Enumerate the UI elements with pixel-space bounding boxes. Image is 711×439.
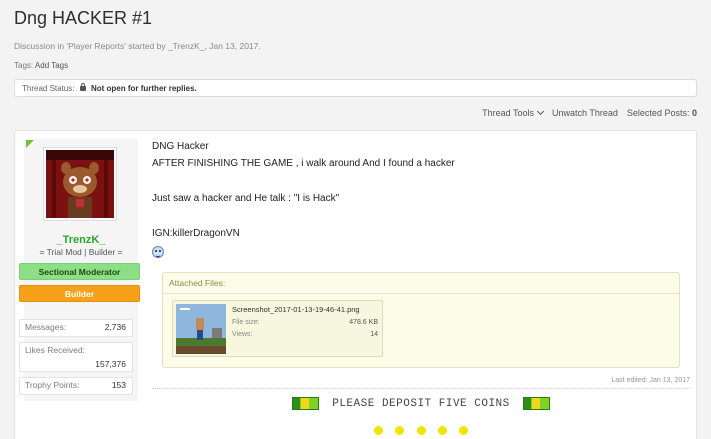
thread-toolbar: Thread Tools Unwatch Thread Selected Pos… <box>482 107 697 118</box>
stat-likes: Likes Received: 157,376 <box>19 342 133 372</box>
user-title: = Trial Mod | Builder = <box>39 247 123 257</box>
coin-icon <box>373 426 383 435</box>
thread-meta: Discussion in 'Player Reports' started b… <box>14 41 261 51</box>
attachment-item[interactable]: Screenshot_2017-01-13-19-46-41.png File … <box>172 300 383 357</box>
flag-icon <box>292 397 320 410</box>
last-edited: Last edited: Jan 13, 2017 <box>611 377 690 384</box>
thread-status-bar: Thread Status: Not open for further repl… <box>14 79 697 97</box>
status-label: Thread Status: <box>22 84 75 93</box>
coin-icon <box>437 426 447 435</box>
attachment-thumbnail[interactable] <box>176 304 226 354</box>
lock-icon <box>79 83 86 91</box>
coin-icon <box>459 426 469 435</box>
post-line: AFTER FINISHING THE GAME , i walk around… <box>152 158 455 169</box>
smiley-icon <box>152 246 164 258</box>
forum-link[interactable]: Player Reports <box>68 41 124 51</box>
author-link[interactable]: _TrenzK_ <box>168 41 205 51</box>
attachment-views: Views: 14 <box>232 331 378 338</box>
tags-row: Tags: Add Tags <box>14 61 68 70</box>
stat-trophy: Trophy Points: 153 <box>19 377 133 395</box>
sectional-moderator-badge: Sectional Moderator <box>19 263 140 280</box>
signature-text: PLEASE DEPOSIT FIVE COINS <box>332 398 510 411</box>
builder-badge: Builder <box>19 285 140 302</box>
thread-title: Dng HACKER #1 <box>14 8 153 28</box>
post: _TrenzK_ = Trial Mod | Builder = Section… <box>14 130 697 439</box>
unwatch-thread-link[interactable]: Unwatch Thread <box>552 108 618 118</box>
online-indicator <box>26 140 34 148</box>
attachment-size: File size: 478.6 KB <box>232 319 378 326</box>
post-line: DNG Hacker <box>152 141 209 152</box>
selected-posts[interactable]: Selected Posts: 0 <box>627 108 697 118</box>
thread-tools-menu[interactable]: Thread Tools <box>482 107 545 118</box>
avatar-image <box>46 150 114 218</box>
attached-files: Attached Files: Screenshot_2017-01-13-19… <box>162 272 680 368</box>
add-tags-link[interactable]: Add Tags <box>35 61 68 70</box>
stat-messages: Messages: 2,736 <box>19 319 133 337</box>
thumbnail-image <box>176 304 226 354</box>
date-link[interactable]: Jan 13, 2017. <box>209 41 261 51</box>
coin-icon <box>395 426 405 435</box>
coin-icon <box>416 426 426 435</box>
chevron-down-icon <box>537 107 545 116</box>
post-line: IGN:killerDragonVN <box>152 228 240 239</box>
tags-label: Tags: <box>14 61 34 70</box>
coins-row <box>152 422 690 439</box>
username[interactable]: _TrenzK_ <box>24 234 138 246</box>
attachment-name[interactable]: Screenshot_2017-01-13-19-46-41.png <box>232 305 360 314</box>
signature-divider <box>152 388 690 389</box>
attached-files-heading: Attached Files: <box>163 273 679 294</box>
avatar[interactable] <box>43 147 117 221</box>
signature: PLEASE DEPOSIT FIVE COINS <box>152 397 690 410</box>
status-value: Not open for further replies. <box>90 84 197 93</box>
post-line: Just saw a hacker and He talk : "I is Ha… <box>152 193 340 204</box>
flag-icon <box>522 397 550 410</box>
